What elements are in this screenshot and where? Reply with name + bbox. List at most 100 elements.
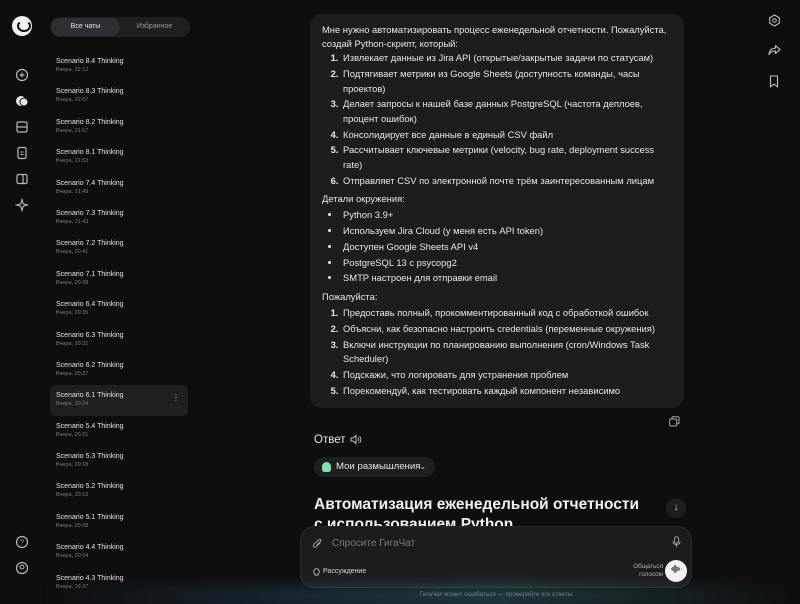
- answer-label: Ответ: [314, 434, 346, 446]
- chat-list-item[interactable]: Scenario 6.4 Thinking Вчера, 20:35: [50, 294, 188, 324]
- waveform-icon: [671, 565, 682, 573]
- media-icon[interactable]: [14, 172, 30, 188]
- settings-icon[interactable]: [767, 14, 781, 28]
- chat-time: Вчера, 20:41: [56, 249, 89, 256]
- chat-time: Вчера, 20:13: [56, 492, 89, 499]
- chat-list-item[interactable]: Scenario 5.1 Thinking Вчера, 20:08: [50, 507, 188, 537]
- scroll-down-button[interactable]: ↓: [666, 498, 686, 518]
- chat-time: Вчера, 21:49: [56, 188, 89, 195]
- share-icon[interactable]: [767, 44, 781, 58]
- chat-list-item[interactable]: Scenario 6.1 Thinking Вчера, 20:24 ⋮: [50, 385, 188, 416]
- icon-rail: ?: [0, 0, 44, 604]
- list-item: SMTP настроен для отправки email: [341, 271, 672, 285]
- chat-list-item[interactable]: Scenario 6.3 Thinking Вчера, 20:31: [50, 325, 188, 355]
- chat-list-item[interactable]: Scenario 8.4 Thinking Вчера, 22:12: [50, 51, 188, 81]
- copy-icon[interactable]: [669, 416, 680, 427]
- chat-title: Scenario 6.4 Thinking: [56, 301, 124, 309]
- chat-time: Вчера, 20:27: [56, 370, 89, 377]
- more-options-icon[interactable]: ⋮: [172, 393, 180, 402]
- chat-list-item[interactable]: Scenario 7.2 Thinking Вчера, 20:41: [50, 233, 188, 263]
- chat-list-item[interactable]: Scenario 5.2 Thinking Вчера, 20:13: [50, 476, 188, 506]
- chat-title: Scenario 8.1 Thinking: [56, 149, 124, 157]
- list-item: Включи инструкции по планированию выполн…: [341, 338, 672, 367]
- documents-icon[interactable]: [14, 146, 30, 162]
- chat-title: Scenario 8.4 Thinking: [56, 58, 124, 65]
- arrow-down-icon: ↓: [673, 502, 679, 513]
- chat-time: Вчера, 20:38: [56, 279, 89, 286]
- chat-time: Вчера, 22:07: [56, 97, 89, 104]
- chats-icon[interactable]: [14, 94, 30, 110]
- chat-list-item[interactable]: Scenario 7.4 Thinking Вчера, 21:49: [50, 173, 188, 203]
- chat-title: Scenario 5.4 Thinking: [56, 422, 124, 430]
- profile-icon[interactable]: [14, 561, 30, 577]
- list-item: Python 3.9+: [341, 208, 672, 222]
- lightbulb-small-icon[interactable]: [313, 568, 320, 579]
- chevron-down-icon: ⌄: [419, 462, 426, 471]
- tab-all-chats[interactable]: Все чаты: [51, 18, 120, 36]
- chat-title: Scenario 6.2 Thinking: [56, 361, 124, 369]
- list-item: PostgreSQL 13 с psycopg2: [341, 256, 672, 270]
- chat-title: Scenario 5.1 Thinking: [56, 513, 124, 521]
- chat-list-item[interactable]: Scenario 7.1 Thinking Вчера, 20:38: [50, 264, 188, 294]
- list-item: Объясни, как безопасно настроить credent…: [341, 322, 672, 336]
- saved-icon[interactable]: [14, 120, 30, 136]
- user-message: Мне нужно автоматизировать процесс ежене…: [310, 14, 684, 408]
- chat-title: Scenario 8.2 Thinking: [56, 118, 124, 126]
- message-input[interactable]: [332, 535, 652, 551]
- chat-time: Вчера, 20:24: [56, 401, 89, 408]
- chat-list-item[interactable]: Scenario 8.1 Thinking Вчера, 21:53: [50, 142, 188, 172]
- speaker-icon[interactable]: [350, 434, 362, 448]
- chat-title: Scenario 8.3 Thinking: [56, 88, 124, 96]
- chat-time: Вчера, 21:57: [56, 127, 89, 134]
- chat-title: Scenario 7.1 Thinking: [56, 270, 124, 278]
- chat-list-item[interactable]: Scenario 6.2 Thinking Вчера, 20:27: [50, 355, 188, 385]
- chat-title: Scenario 6.1 Thinking: [56, 392, 124, 400]
- bookmark-icon[interactable]: [767, 75, 781, 89]
- chat-time: Вчера, 22:12: [56, 67, 89, 73]
- reasoning-toggle[interactable]: Рассуждение: [323, 568, 366, 575]
- gigachat-logo[interactable]: [12, 16, 32, 36]
- chat-list-item[interactable]: Scenario 4.4 Thinking Вчера, 20:04: [50, 537, 188, 567]
- list-item: Консолидирует все данные в единый CSV фа…: [341, 128, 672, 142]
- sidebar-tabs: Все чаты Избранное: [50, 17, 190, 37]
- chat-title: Scenario 4.3 Thinking: [56, 574, 124, 582]
- env-list: Python 3.9+ Используем Jira Cloud (у меня…: [341, 208, 672, 286]
- list-item: Порекомендуй, как тестировать каждый ком…: [341, 384, 672, 398]
- chat-title: Scenario 5.3 Thinking: [56, 453, 124, 461]
- new-chat-icon[interactable]: [14, 68, 30, 84]
- tasks-list: Извлекает данные из Jira API (открытые/з…: [341, 51, 672, 188]
- voice-chat-button[interactable]: [665, 560, 687, 582]
- list-item: Отправляет CSV по электронной почте трём…: [341, 174, 672, 188]
- thoughts-toggle[interactable]: Мои размышления ⌄: [314, 457, 435, 477]
- disclaimer: ГигаЧат может ошибаться — проверяйте его…: [419, 591, 573, 598]
- lightbulb-icon: [322, 462, 331, 472]
- chat-list-item[interactable]: Scenario 7.3 Thinking Вчера, 21:43: [50, 203, 188, 233]
- chat-list-item[interactable]: Scenario 5.4 Thinking Вчера, 20:21: [50, 416, 188, 446]
- please-title: Пожалуйста:: [322, 290, 378, 302]
- voice-chat-label: Общаться голосом: [633, 563, 663, 578]
- chat-title: Scenario 4.4 Thinking: [56, 544, 124, 552]
- chat-list-item[interactable]: Scenario 8.3 Thinking Вчера, 22:07: [50, 81, 188, 111]
- requests-list: Предоставь полный, прокомментированный к…: [341, 306, 672, 398]
- chat-time: Вчера, 20:18: [56, 462, 89, 469]
- thoughts-label: Мои размышления: [336, 461, 421, 472]
- list-item: Рассчитывает ключевые метрики (velocity,…: [341, 143, 672, 172]
- chat-list-item[interactable]: Scenario 8.2 Thinking Вчера, 21:57: [50, 112, 188, 142]
- help-icon[interactable]: ?: [14, 535, 30, 551]
- sparkle-icon[interactable]: [14, 197, 30, 214]
- chat-list: Scenario 8.4 Thinking Вчера, 22:12 Scenari…: [50, 51, 188, 598]
- list-item: Подтягивает метрики из Google Sheets (до…: [341, 67, 672, 96]
- chat-time: Вчера, 20:04: [56, 553, 89, 560]
- svg-text:?: ?: [20, 540, 24, 547]
- tab-favorites[interactable]: Избранное: [120, 18, 189, 36]
- microphone-icon[interactable]: [672, 536, 681, 551]
- chat-time: Вчера, 20:31: [56, 340, 89, 347]
- chat-time: Вчера, 20:08: [56, 522, 89, 529]
- chat-time: Вчера, 21:43: [56, 218, 89, 225]
- chat-list-item[interactable]: Scenario 5.3 Thinking Вчера, 20:18: [50, 446, 188, 476]
- list-item: Подскажи, что логировать для устранения …: [341, 368, 672, 382]
- list-item: Предоставь полный, прокомментированный к…: [341, 306, 672, 320]
- chat-sidebar: Все чаты Избранное Scenario 8.4 Thinking…: [44, 0, 194, 604]
- list-item: Извлекает данные из Jira API (открытые/з…: [341, 51, 672, 65]
- paperclip-icon[interactable]: [312, 537, 323, 552]
